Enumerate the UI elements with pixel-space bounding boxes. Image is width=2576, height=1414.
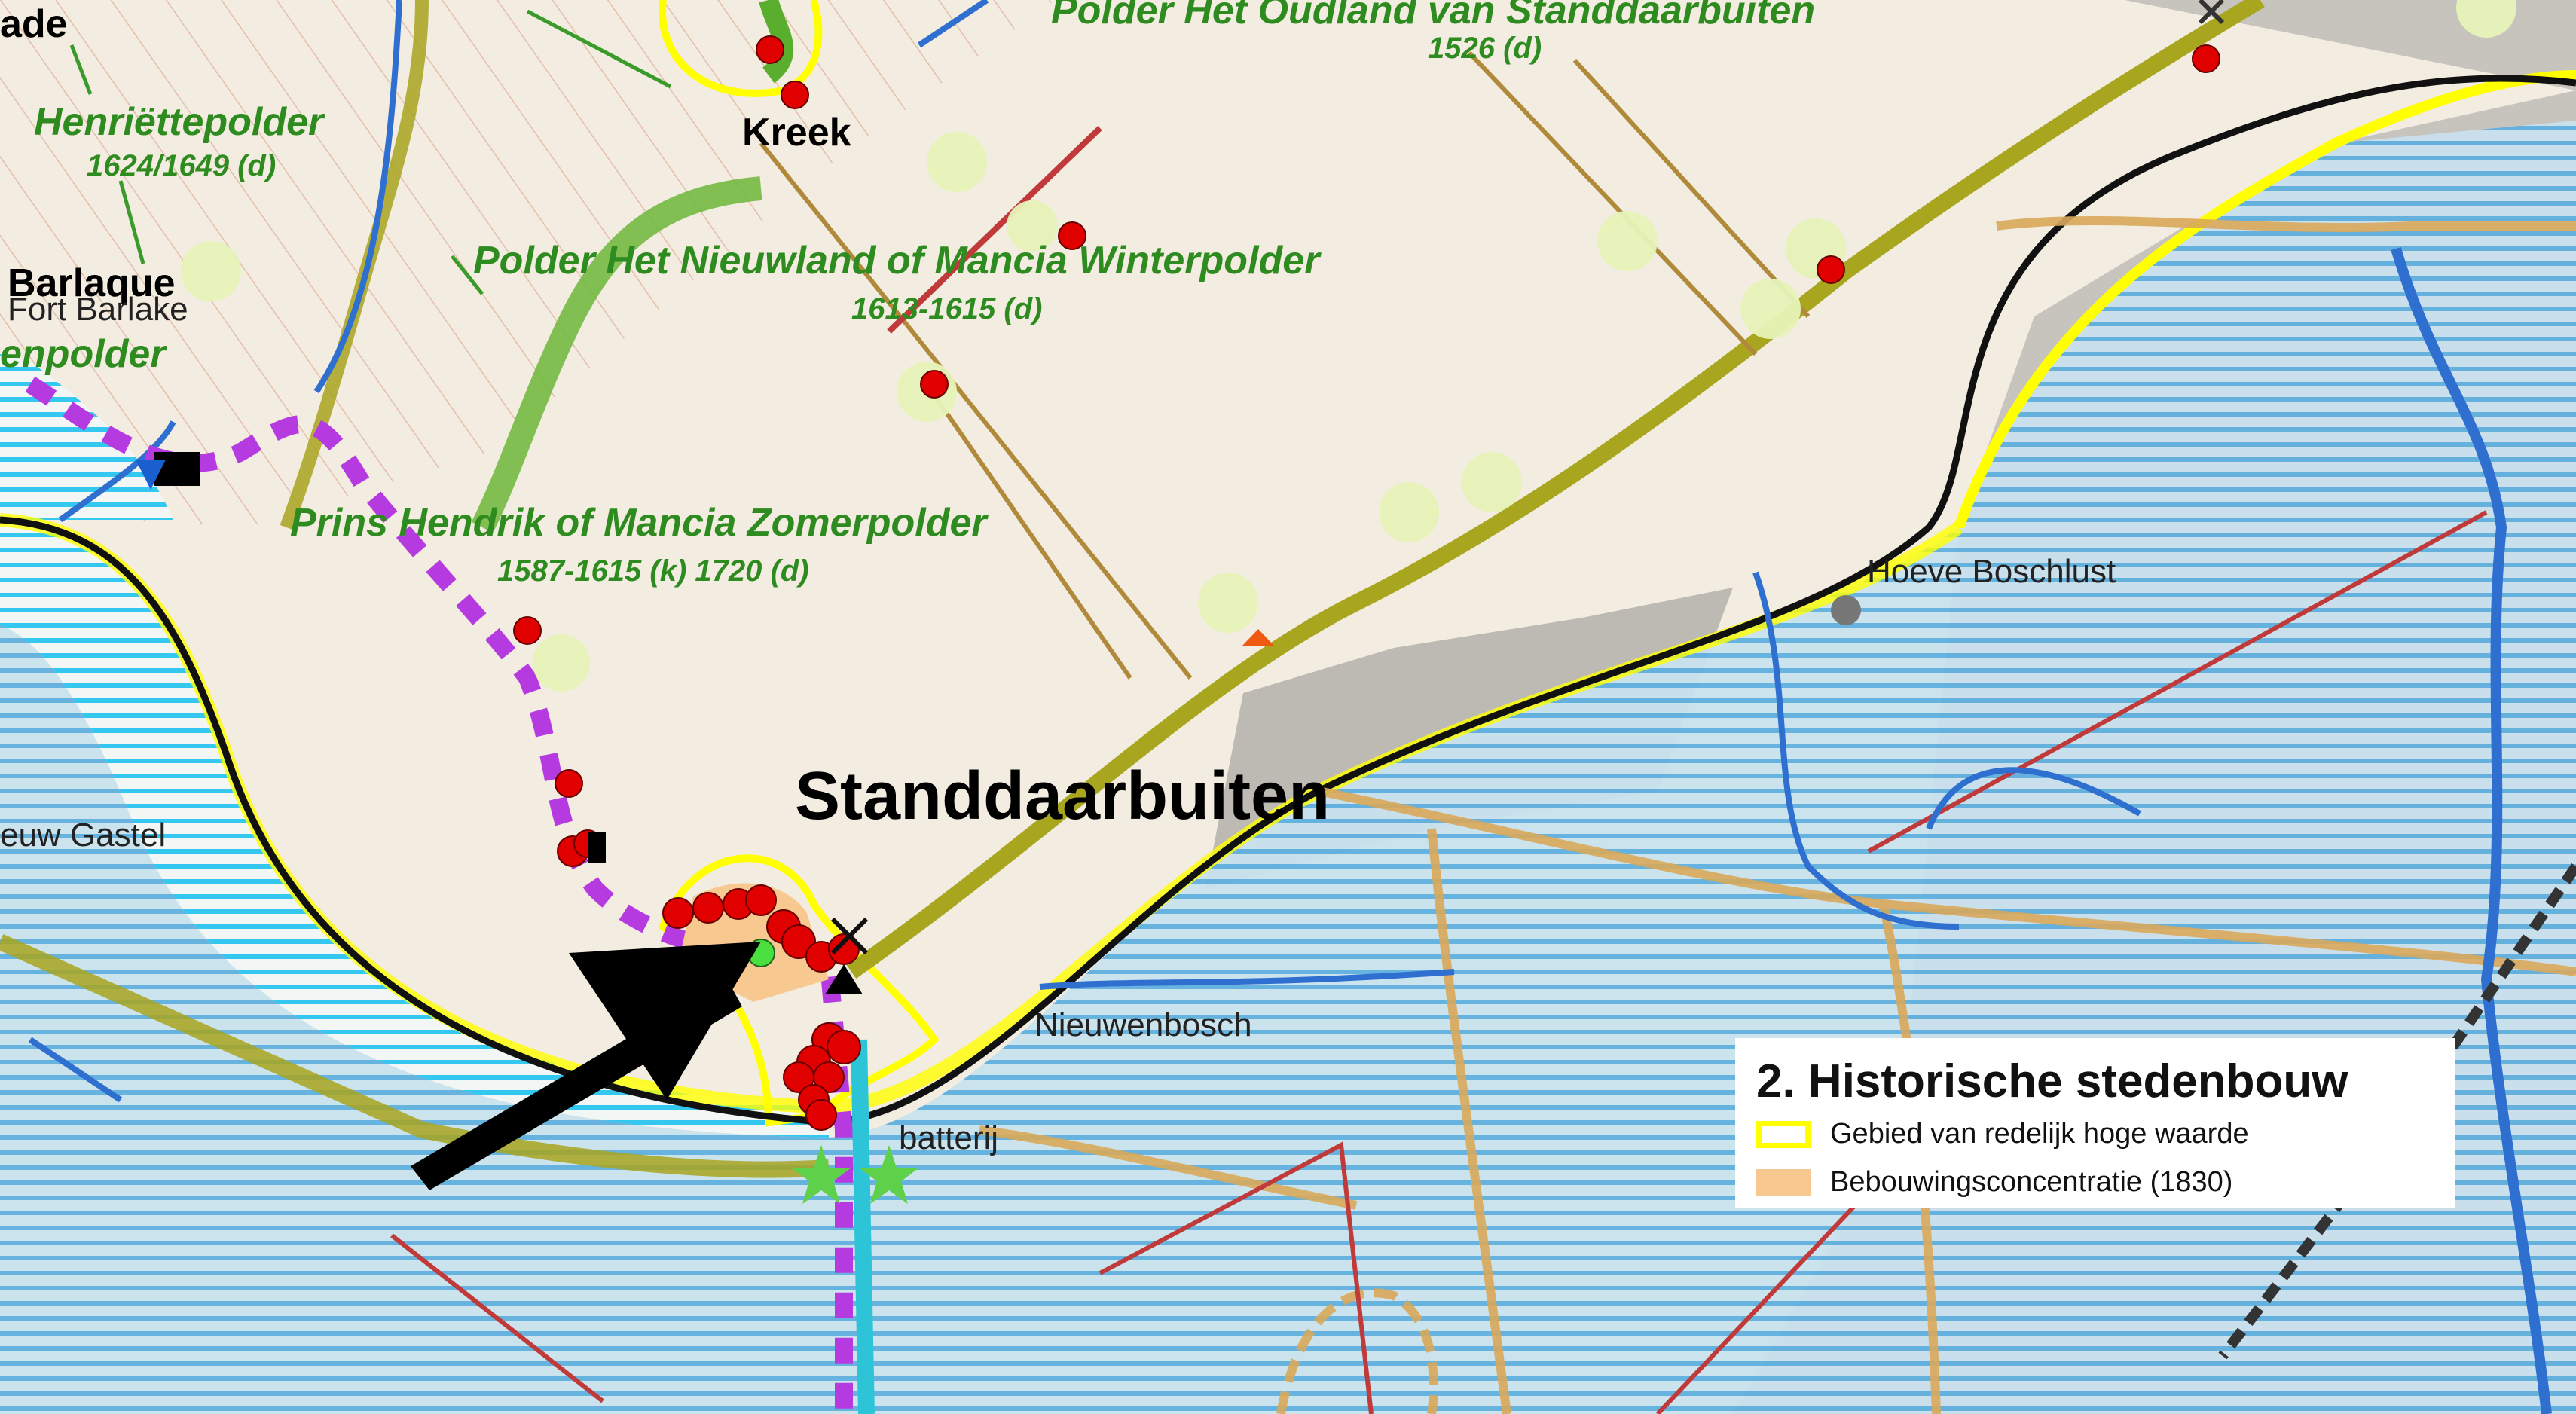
label-polder-nieuwland-date: 1613-1615 (d): [851, 292, 1043, 325]
legend-label-settlement: Bebouwingsconcentratie (1830): [1830, 1166, 2233, 1198]
legend-label-high-value: Gebied van redelijk hoge waarde: [1830, 1118, 2249, 1150]
cyan-canal: [851, 1039, 875, 1414]
label-enpolder: enpolder: [0, 332, 166, 376]
legend-swatch-fill: [1756, 1169, 1811, 1196]
label-prins-hendrik-date: 1587-1615 (k) 1720 (d): [497, 554, 809, 588]
label-kreek: Kreek: [742, 111, 851, 154]
legend-title: 2. Historische stedenbouw: [1756, 1055, 2348, 1107]
legend-swatch-outline: [1756, 1121, 1811, 1148]
label-henriettepolder: Henriëttepolder: [34, 100, 324, 144]
label-prins-hendrik: Prins Hendrik of Mancia Zomerpolder: [290, 501, 987, 545]
label-polder-nieuwland: Polder Het Nieuwland of Mancia Winterpol…: [473, 239, 1320, 282]
map-canvas[interactable]: Polder Het Oudland van Standdaarbuiten 1…: [0, 0, 2576, 1414]
label-euw-gastel: euw Gastel: [0, 817, 167, 854]
label-ade: ade: [0, 2, 68, 46]
label-fort-barlake: Fort Barlake: [8, 291, 188, 328]
label-nieuwenbosch: Nieuwenbosch: [1034, 1006, 1252, 1043]
label-polder-oudland: Polder Het Oudland van Standdaarbuiten: [1051, 0, 1816, 32]
label-standdaarbuiten: Standdaarbuiten: [795, 759, 1331, 834]
label-henriettepolder-date: 1624/1649 (d): [87, 149, 277, 182]
gray-dot-marker: [1831, 595, 1861, 625]
label-hoeve-boschlust: Hoeve Boschlust: [1867, 553, 2116, 590]
label-polder-oudland-date: 1526 (d): [1428, 32, 1542, 65]
legend-panel: 2. Historische stedenbouw Gebied van red…: [1735, 1038, 2455, 1208]
label-batterij: batterij: [899, 1119, 999, 1156]
